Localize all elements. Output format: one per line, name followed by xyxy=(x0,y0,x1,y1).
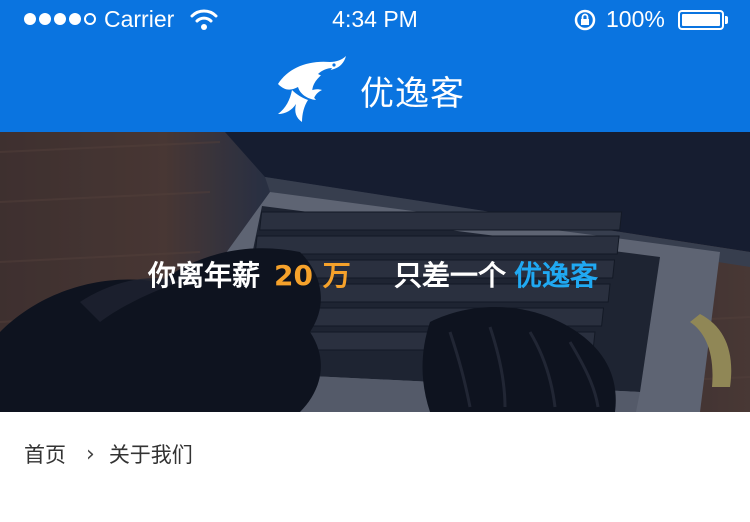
slogan-part2: 只差一个 xyxy=(394,259,507,292)
slogan-salary-highlight: 20 万 xyxy=(274,259,351,292)
battery-percentage: 100% xyxy=(606,6,665,32)
breadcrumb-home-link[interactable]: 首页 xyxy=(24,439,66,469)
banner-slogan: 你离年薪 20 万 只差一个 优逸客 xyxy=(0,250,750,294)
breadcrumb: 首页 › 关于我们 xyxy=(24,439,193,469)
battery-tip xyxy=(725,16,728,24)
brand-bar: 优逸客 xyxy=(0,40,750,132)
dolphin-logo-icon[interactable] xyxy=(272,54,348,122)
slogan-part1: 你离年薪 xyxy=(148,259,261,292)
slogan-brand-highlight: 优逸客 xyxy=(514,259,599,292)
status-bar: Carrier 4:34 PM 100% xyxy=(0,0,750,40)
app-header: Carrier 4:34 PM 100% 优逸客 xyxy=(0,0,750,132)
rotation-lock-icon xyxy=(574,9,596,31)
battery-icon xyxy=(678,10,724,30)
breadcrumb-current: 关于我们 xyxy=(108,443,193,467)
breadcrumb-chevron-icon: › xyxy=(86,441,95,467)
app-name: 优逸客 xyxy=(360,74,465,114)
hero-banner: 你离年薪 20 万 只差一个 优逸客 xyxy=(0,132,750,412)
